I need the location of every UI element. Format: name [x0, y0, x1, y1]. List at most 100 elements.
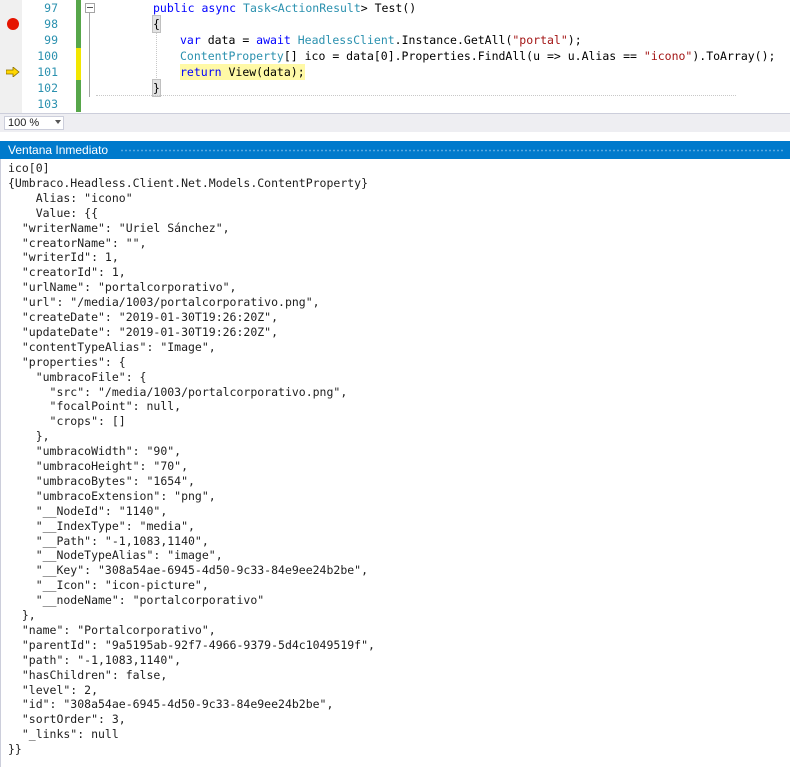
matching-brace: } — [152, 79, 161, 97]
chevron-down-icon[interactable] — [55, 120, 61, 124]
code-token: HeadlessClient — [297, 33, 395, 47]
code-token: ActionResult — [277, 1, 361, 15]
change-indicator-unsaved — [76, 64, 81, 80]
immediate-output-line[interactable]: "umbracoWidth": "90", — [8, 444, 181, 459]
immediate-output-line[interactable]: "hasChildren": false, — [8, 668, 167, 683]
immediate-output-line[interactable]: "__IndexType": "media", — [8, 519, 195, 534]
code-line-99[interactable]: 99 var data = await HeadlessClient.Insta… — [0, 32, 790, 48]
immediate-output-line[interactable]: "src": "/media/1003/portalcorporativo.pn… — [8, 385, 348, 400]
immediate-output-line[interactable]: "writerId": 1, — [8, 250, 119, 265]
immediate-tool-window: Ventana Inmediato ico[0] {Umbraco.Headles… — [0, 132, 790, 767]
code-token: ContentProperty — [180, 49, 284, 63]
immediate-output-line[interactable]: "__Key": "308a54ae-6945-4d50-9c33-84e9ee… — [8, 563, 368, 578]
immediate-output-line[interactable]: "umbracoBytes": "1654", — [8, 474, 195, 489]
code-text[interactable]: var data = await HeadlessClient.Instance… — [180, 32, 582, 48]
immediate-output-line[interactable]: ico[0] — [8, 161, 50, 176]
code-token: .Instance.GetAll( — [394, 33, 513, 47]
code-editor[interactable]: 97 public async Task<ActionResult> Test(… — [0, 0, 790, 113]
code-line-100[interactable]: 100 ContentProperty[] ico = data[0].Prop… — [0, 48, 790, 64]
immediate-output-line[interactable]: "writerName": "Uriel Sánchez", — [8, 221, 230, 236]
immediate-output-line[interactable]: "updateDate": "2019-01-30T19:26:20Z", — [8, 325, 278, 340]
immediate-output-line[interactable]: "sortOrder": 3, — [8, 712, 126, 727]
line-number: 101 — [37, 65, 58, 79]
code-line-97[interactable]: 97 public async Task<ActionResult> Test(… — [0, 0, 790, 16]
code-token: Task — [243, 1, 271, 15]
immediate-output-line[interactable]: }} — [8, 742, 22, 757]
line-number: 97 — [44, 1, 58, 15]
visual-studio-window: 97 public async Task<ActionResult> Test(… — [0, 0, 790, 767]
line-number: 98 — [44, 17, 58, 31]
code-token: var — [180, 33, 201, 47]
code-token: data = — [200, 33, 257, 47]
code-token: "portal" — [512, 33, 568, 47]
immediate-output-line[interactable]: Alias: "icono" — [8, 191, 133, 206]
immediate-output-line[interactable]: "creatorName": "", — [8, 236, 147, 251]
immediate-window-output[interactable]: ico[0] {Umbraco.Headless.Client.Net.Model… — [0, 159, 790, 767]
tool-window-title: Ventana Inmediato — [8, 143, 109, 157]
immediate-output-line[interactable]: "properties": { — [8, 355, 126, 370]
immediate-output-line[interactable]: "id": "308a54ae-6945-4d50-9c33-84e9ee24b… — [8, 697, 334, 712]
code-token: public — [153, 1, 195, 15]
immediate-output-line[interactable]: "__Path": "-1,1083,1140", — [8, 534, 209, 549]
change-indicator-saved — [76, 80, 81, 96]
code-token: return — [180, 65, 222, 79]
zoom-level-value: 100 % — [8, 117, 40, 129]
immediate-output-line[interactable]: "parentId": "9a5195ab-92f7-4966-9379-5d4… — [8, 638, 375, 653]
change-indicator-saved — [76, 16, 81, 32]
immediate-output-line[interactable]: "name": "Portalcorporativo", — [8, 623, 216, 638]
breakpoint-icon[interactable] — [7, 18, 19, 30]
immediate-output-line[interactable]: "umbracoExtension": "png", — [8, 489, 216, 504]
matching-brace: { — [152, 15, 161, 33]
immediate-output-line[interactable]: "level": 2, — [8, 683, 98, 698]
immediate-output-line[interactable]: }, — [8, 608, 36, 623]
current-statement-arrow-icon — [6, 67, 20, 77]
code-token: ).ToArray(); — [692, 49, 776, 63]
code-token: await — [256, 33, 291, 47]
immediate-output-line[interactable]: "__NodeTypeAlias": "image", — [8, 548, 223, 563]
immediate-output-line[interactable]: "__NodeId": "1140", — [8, 504, 168, 519]
immediate-output-line[interactable]: "__Icon": "icon-picture", — [8, 578, 209, 593]
code-token: View(data); — [221, 65, 305, 79]
change-indicator-saved — [76, 32, 81, 48]
line-number: 102 — [37, 81, 58, 95]
editor-zoom-bar: 100 % — [0, 113, 790, 132]
immediate-output-line[interactable]: "path": "-1,1083,1140", — [8, 653, 181, 668]
immediate-output-line[interactable]: "urlName": "portalcorporativo", — [8, 280, 237, 295]
line-number: 99 — [44, 33, 58, 47]
immediate-output-line[interactable]: "createDate": "2019-01-30T19:26:20Z", — [8, 310, 278, 325]
code-token: ); — [567, 33, 582, 47]
code-text-current-statement[interactable]: return View(data); — [180, 64, 305, 80]
code-token: [] ico = data[0].Properties.FindAll(u =>… — [283, 49, 644, 63]
immediate-output-line[interactable]: "__nodeName": "portalcorporativo" — [8, 593, 265, 608]
code-line-103[interactable]: 103 — [0, 96, 790, 112]
code-line-98[interactable]: 98 { — [0, 15, 790, 33]
immediate-output-line[interactable]: }, — [8, 429, 50, 444]
immediate-output-line[interactable]: {Umbraco.Headless.Client.Net.Models.Cont… — [8, 176, 368, 191]
tool-window-title-bar[interactable]: Ventana Inmediato — [0, 141, 790, 159]
immediate-output-line[interactable]: "contentTypeAlias": "Image", — [8, 340, 216, 355]
code-text[interactable]: public async Task<ActionResult> Test() — [153, 0, 416, 16]
change-indicator-saved — [76, 0, 81, 16]
immediate-output-line[interactable]: "crops": [] — [8, 414, 126, 429]
immediate-output-line[interactable]: "creatorId": 1, — [8, 265, 126, 280]
line-number: 103 — [37, 97, 58, 111]
immediate-output-line[interactable]: "url": "/media/1003/portalcorporativo.pn… — [8, 295, 320, 310]
code-line-101[interactable]: 101 return View(data); — [0, 64, 790, 80]
line-number: 100 — [37, 49, 58, 63]
immediate-output-line[interactable]: "umbracoHeight": "70", — [8, 459, 188, 474]
code-token: async — [201, 1, 237, 15]
change-indicator-unsaved — [76, 48, 81, 64]
immediate-output-line[interactable]: Value: {{ — [8, 206, 98, 221]
immediate-output-line[interactable]: "umbracoFile": { — [8, 370, 147, 385]
collapse-toggle-icon[interactable] — [85, 3, 95, 13]
immediate-output-line[interactable]: "_links": null — [8, 727, 119, 742]
code-token: > Test() — [360, 1, 417, 15]
code-text[interactable]: { — [152, 15, 161, 33]
code-text[interactable]: ContentProperty[] ico = data[0].Properti… — [180, 48, 775, 64]
change-indicator-saved — [76, 96, 81, 112]
code-token: < — [270, 1, 278, 15]
zoom-level-dropdown[interactable]: 100 % — [4, 116, 64, 130]
code-line-102[interactable]: 102 } — [0, 79, 790, 97]
immediate-output-line[interactable]: "focalPoint": null, — [8, 399, 182, 414]
code-text[interactable]: } — [152, 79, 161, 97]
